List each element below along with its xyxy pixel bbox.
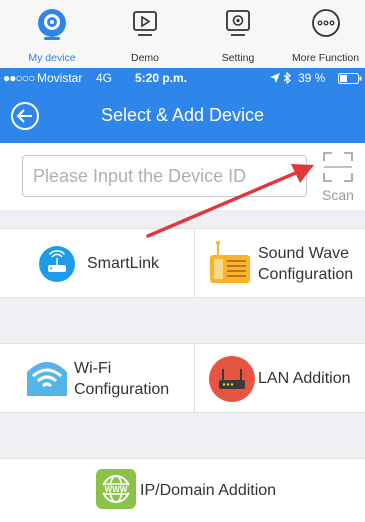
lan-addition-label: LAN Addition: [258, 370, 351, 387]
sound-wave-label: Sound Wave Configuration: [258, 243, 353, 285]
option-row: WWW IP/Domain Addition: [0, 458, 365, 522]
sound-wave-icon: [210, 241, 250, 283]
wifi-option[interactable]: Wi-Fi Configuration: [0, 344, 194, 412]
wifi-icon: [27, 362, 67, 396]
bluetooth-icon: [283, 72, 291, 84]
play-screen-icon: [133, 11, 157, 36]
network-type: 4G: [96, 71, 113, 85]
option-row: SmartLink Sound Wave Configuration: [0, 228, 365, 298]
wifi-line1: Wi-Fi: [74, 360, 112, 377]
status-time: 5:20 p.m.: [135, 71, 188, 85]
tab-demo[interactable]: Demo: [115, 0, 175, 68]
wifi-label: Wi-Fi Configuration: [74, 358, 169, 400]
lan-router-icon: [209, 356, 255, 402]
battery-percent: 39 %: [298, 71, 326, 85]
scan-button[interactable]: Scan: [316, 149, 360, 207]
page-title: Select & Add Device: [100, 105, 265, 125]
sound-wave-line1: Sound Wave: [258, 245, 350, 262]
globe-www-icon: WWW: [96, 469, 136, 509]
bottom-tab-bar: My device Demo Setting More Function: [0, 0, 365, 68]
tab-my-device[interactable]: My device: [12, 0, 92, 68]
section-divider: [0, 413, 365, 458]
signal-strength: ●●○○○: [3, 71, 35, 85]
device-id-input[interactable]: [22, 155, 307, 197]
lan-addition-option[interactable]: LAN Addition: [195, 344, 365, 412]
smartlink-option[interactable]: SmartLink: [0, 229, 194, 297]
more-icon: [311, 9, 340, 37]
tab-label: Setting: [221, 52, 255, 64]
tab-label: Demo: [130, 52, 159, 64]
settings-icon: [226, 10, 250, 36]
navigation-bar: Select & Add Device: [0, 88, 365, 143]
smartlink-label: SmartLink: [87, 255, 160, 272]
sound-wave-line2: Configuration: [258, 266, 354, 283]
section-divider: [0, 298, 365, 343]
scan-frame-icon: [323, 152, 353, 182]
device-id-row: Scan: [0, 143, 365, 210]
camera-icon: [38, 9, 66, 40]
carrier-name: Movistar: [37, 71, 83, 85]
ip-domain-option[interactable]: WWW IP/Domain Addition: [0, 459, 365, 522]
sound-wave-option[interactable]: Sound Wave Configuration: [195, 229, 365, 297]
wifi-line2: Configuration: [74, 381, 170, 398]
battery-icon: [338, 73, 362, 84]
ip-domain-label: IP/Domain Addition: [140, 482, 277, 499]
section-divider: [0, 210, 365, 228]
tab-label: More Function: [291, 52, 360, 64]
scan-label: Scan: [322, 187, 354, 203]
option-row: Wi-Fi Configuration LAN Addition: [0, 343, 365, 413]
location-icon: [270, 73, 280, 83]
tab-label: My device: [28, 52, 76, 64]
svg-text:WWW: WWW: [105, 485, 128, 494]
tab-more-function[interactable]: More Function: [286, 0, 365, 68]
smartlink-router-icon: [39, 246, 75, 282]
status-bar: ●●○○○ Movistar 4G 5:20 p.m. 39 %: [0, 68, 365, 88]
tab-setting[interactable]: Setting: [208, 0, 268, 68]
